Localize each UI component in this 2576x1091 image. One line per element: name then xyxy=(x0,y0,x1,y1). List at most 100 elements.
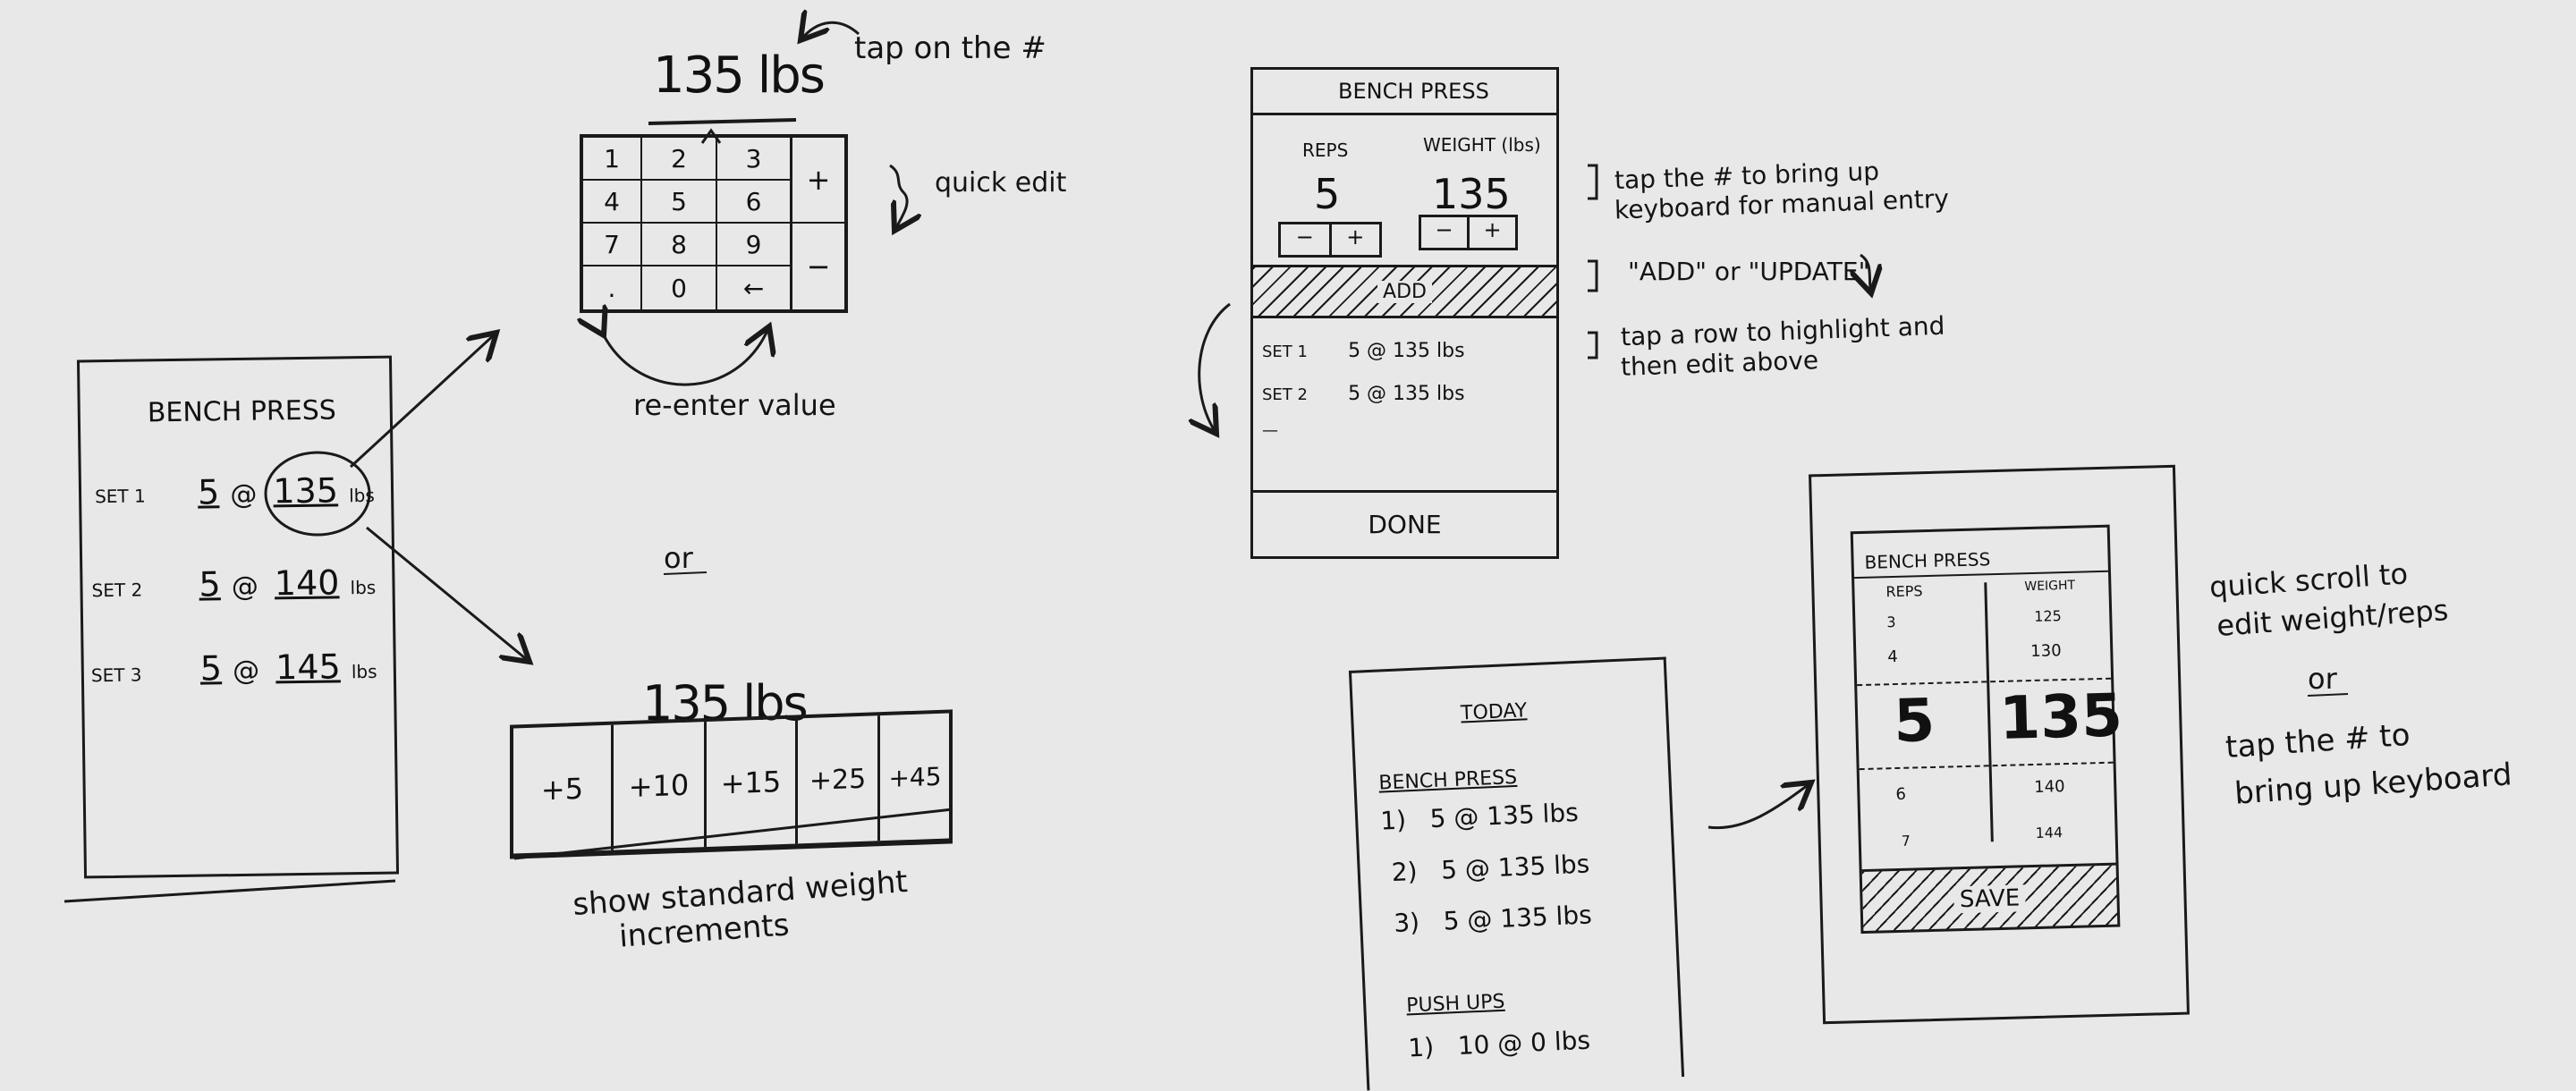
today-item-1[interactable]: 1) 5 @ 135 lbs xyxy=(1380,798,1580,836)
at-sign: @ xyxy=(231,571,259,604)
section-bench-press: BENCH PRESS xyxy=(1377,765,1518,795)
done-button[interactable]: DONE xyxy=(1253,490,1556,556)
editor-title: BENCH PRESS xyxy=(1338,79,1489,104)
picker-inner-frame: BENCH PRESS REPS WEIGHT 3 125 4 130 5 13… xyxy=(1850,524,2123,935)
exercise-title: BENCH PRESS xyxy=(147,394,337,429)
reps-label: REPS xyxy=(1302,140,1349,161)
note-tap-row-2: then edit above xyxy=(1620,345,1819,382)
set-row-1[interactable]: SET 1 xyxy=(95,482,146,508)
arrow-tap-row xyxy=(1199,302,1231,434)
weight-field[interactable]: 135 xyxy=(1432,170,1511,218)
today-item-2[interactable]: 2) 5 @ 135 lbs xyxy=(1391,849,1590,887)
arrow-reenter xyxy=(604,326,769,386)
increment-button-25[interactable]: +25 xyxy=(798,715,880,844)
phone-sketch-editor: BENCH PRESS REPS WEIGHT (lbs) 5 135 − + … xyxy=(1250,67,1559,559)
set-row-1-values[interactable]: 5 @ 135 lbs xyxy=(198,470,375,512)
reps-option[interactable]: 3 xyxy=(1886,613,1896,630)
phone-sketch-today: TODAY BENCH PRESS 1) 5 @ 135 lbs 2) 5 @ … xyxy=(1348,656,1685,1091)
selected-reps[interactable]: 5 xyxy=(1893,686,1936,756)
picker-title: BENCH PRESS xyxy=(1864,548,1991,573)
reps-option[interactable]: 7 xyxy=(1902,833,1911,850)
increment-button-15[interactable]: +15 xyxy=(707,718,798,847)
arrow-to-scroll-picker xyxy=(1707,782,1811,830)
picker-reps-header: REPS xyxy=(1885,582,1923,601)
set-label: SET 3 xyxy=(90,664,142,687)
increment-button-10[interactable]: +10 xyxy=(614,721,707,850)
reps-option[interactable]: 6 xyxy=(1895,785,1906,804)
selected-weight[interactable]: 135 xyxy=(1998,681,2123,753)
reps-decrement-button[interactable]: − xyxy=(1281,224,1332,255)
key-4[interactable]: 4 xyxy=(583,181,642,224)
phone-sketch-set-list: BENCH PRESS SET 1 5 @ 135 lbs SET 2 5 @ … xyxy=(76,355,400,879)
arrow-tap-number xyxy=(801,22,860,40)
caption-reenter-value: re-enter value xyxy=(633,388,836,422)
keypad-sketch: 1 2 3 4 5 6 7 8 9 . 0 ← + − xyxy=(580,134,848,313)
set-label: SET 1 xyxy=(94,485,146,508)
empty-row-dash: — xyxy=(1262,421,1278,440)
set-value: 5 @ 135 lbs xyxy=(1348,383,1465,405)
set-label: SET 2 xyxy=(1262,385,1308,404)
weight-label: WEIGHT (lbs) xyxy=(1423,134,1541,156)
set-list-row-2[interactable]: SET 2 5 @ 135 lbs xyxy=(1262,383,1465,405)
arrow-quick-edit xyxy=(889,164,907,231)
weight-value[interactable]: 145 xyxy=(275,647,341,687)
key-backspace[interactable]: ← xyxy=(717,266,792,309)
keypad-value-display[interactable]: 135 lbs xyxy=(653,47,826,105)
reps-field[interactable]: 5 xyxy=(1314,170,1340,218)
key-plus[interactable]: + xyxy=(792,138,844,224)
at-sign: @ xyxy=(232,655,260,688)
today-title: TODAY xyxy=(1460,699,1528,725)
or-divider-1: or xyxy=(664,541,693,575)
reps-value[interactable]: 5 xyxy=(199,648,222,688)
done-button-label: DONE xyxy=(1368,510,1442,539)
key-1[interactable]: 1 xyxy=(583,138,642,181)
today-item-pushups-1[interactable]: 1) 10 @ 0 lbs xyxy=(1408,1026,1591,1063)
save-button[interactable]: SAVE xyxy=(1861,862,2118,933)
add-button-label: ADD xyxy=(1377,280,1432,303)
unit-label: lbs xyxy=(350,576,377,599)
save-button-label: SAVE xyxy=(1953,884,2026,913)
key-9[interactable]: 9 xyxy=(717,224,792,266)
set-row-2[interactable]: SET 2 xyxy=(91,576,142,602)
note-quick-edit: quick edit xyxy=(935,167,1067,199)
increments-bar: +5 +10 +15 +25 +45 xyxy=(510,709,953,859)
section-push-ups: PUSH UPS xyxy=(1405,990,1505,1018)
key-3[interactable]: 3 xyxy=(717,138,792,181)
weight-increment-button[interactable]: + xyxy=(1470,217,1515,248)
increment-button-45[interactable]: +45 xyxy=(880,713,950,841)
key-2[interactable]: 2 xyxy=(642,138,717,181)
unit-label: lbs xyxy=(348,484,375,507)
weight-value[interactable]: 140 xyxy=(275,562,340,603)
add-button[interactable]: ADD xyxy=(1253,265,1556,318)
reps-increment-button[interactable]: + xyxy=(1332,224,1380,255)
key-minus[interactable]: − xyxy=(792,224,844,309)
key-decimal[interactable]: . xyxy=(583,266,642,309)
key-0[interactable]: 0 xyxy=(642,266,717,309)
key-8[interactable]: 8 xyxy=(642,224,717,266)
weight-option[interactable]: 125 xyxy=(2034,607,2062,625)
set-label: SET 2 xyxy=(91,579,143,602)
reps-value[interactable]: 5 xyxy=(199,564,221,604)
key-5[interactable]: 5 xyxy=(642,181,717,224)
weight-option[interactable]: 130 xyxy=(2030,641,2062,661)
picker-weight-header: WEIGHT xyxy=(2024,578,2076,595)
key-7[interactable]: 7 xyxy=(583,224,642,266)
set-row-2-values[interactable]: 5 @ 140 lbs xyxy=(199,562,377,604)
key-6[interactable]: 6 xyxy=(717,181,792,224)
reps-value[interactable]: 5 xyxy=(198,472,220,512)
set-value: 5 @ 135 lbs xyxy=(1348,340,1465,362)
increment-button-5[interactable]: +5 xyxy=(513,724,614,854)
set-label: SET 1 xyxy=(1262,343,1308,361)
set-list-row-1[interactable]: SET 1 5 @ 135 lbs xyxy=(1262,340,1465,362)
weight-option[interactable]: 144 xyxy=(2035,824,2063,842)
weight-option[interactable]: 140 xyxy=(2034,777,2065,797)
set-row-3-values[interactable]: 5 @ 145 lbs xyxy=(199,647,377,688)
set-row-3[interactable]: SET 3 xyxy=(91,662,142,688)
weight-value[interactable]: 135 xyxy=(273,470,338,511)
today-item-3[interactable]: 3) 5 @ 135 lbs xyxy=(1394,900,1593,938)
weight-decrement-button[interactable]: − xyxy=(1421,217,1470,248)
note-add-update: "ADD" or "UPDATE" xyxy=(1628,257,1870,286)
note-or: or xyxy=(2308,662,2337,696)
reps-option[interactable]: 4 xyxy=(1887,647,1898,666)
at-sign: @ xyxy=(230,478,258,512)
